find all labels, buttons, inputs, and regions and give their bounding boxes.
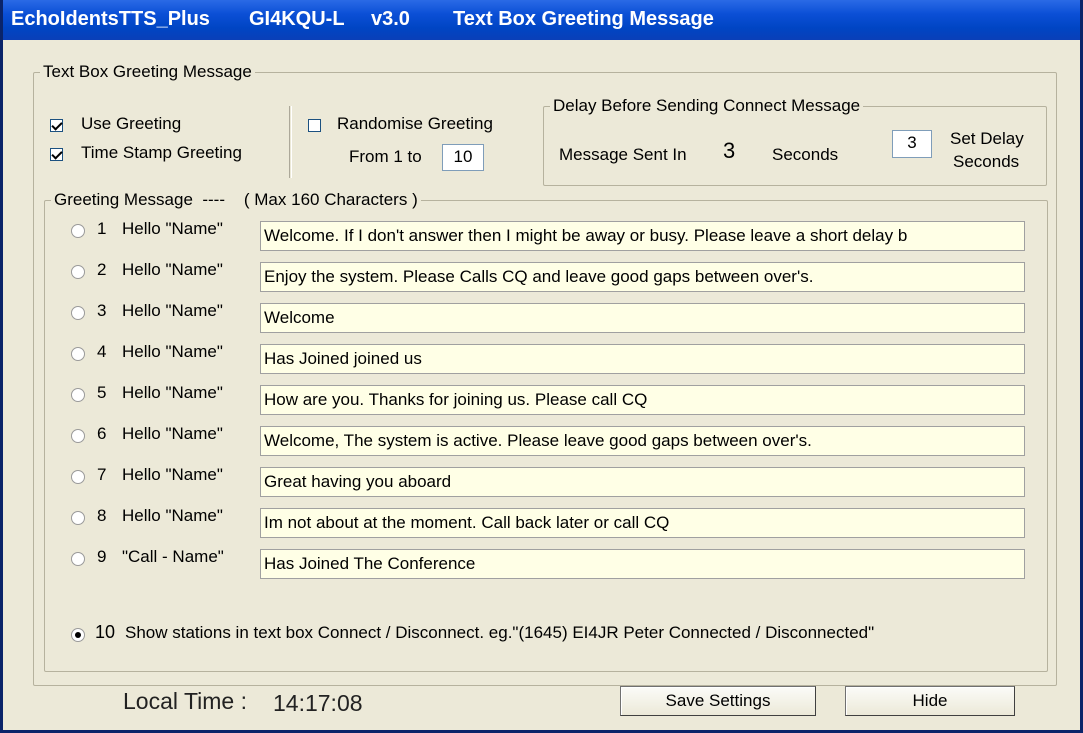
- greeting-message-input[interactable]: Welcome: [260, 303, 1025, 333]
- save-settings-button[interactable]: Save Settings: [620, 686, 816, 716]
- greeting-option-10-radio[interactable]: [71, 628, 85, 642]
- greeting-message-input[interactable]: Enjoy the system. Please Calls CQ and le…: [260, 262, 1025, 292]
- greeting-option-label: Hello "Name": [122, 465, 223, 484]
- set-delay-seconds-label: Seconds: [953, 152, 1020, 171]
- greeting-option-radio[interactable]: [71, 429, 85, 443]
- greeting-option-radio[interactable]: [71, 347, 85, 361]
- greeting-option-radio[interactable]: [71, 511, 85, 525]
- randomise-greeting-label: Randomise Greeting: [337, 114, 493, 133]
- hide-button[interactable]: Hide: [845, 686, 1015, 716]
- time-stamp-label: Time Stamp Greeting: [81, 143, 242, 162]
- title-bar[interactable]: EchoIdentsTTS_Plus GI4KQU-L v3.0 Text Bo…: [3, 0, 1080, 40]
- greeting-option-number: 4: [97, 342, 107, 361]
- greeting-option-radio[interactable]: [71, 470, 85, 484]
- title-screen-name: Text Box Greeting Message: [453, 8, 714, 30]
- greeting-message-input[interactable]: How are you. Thanks for joining us. Plea…: [260, 385, 1025, 415]
- set-delay-label: Set Delay: [950, 129, 1024, 148]
- options-divider: [289, 106, 292, 178]
- message-sent-in-label: Message Sent In: [559, 145, 687, 164]
- greeting-option-radio[interactable]: [71, 552, 85, 566]
- title-version: v3.0: [371, 8, 410, 30]
- greeting-settings-window: EchoIdentsTTS_Plus GI4KQU-L v3.0 Text Bo…: [0, 0, 1083, 733]
- greeting-option-radio[interactable]: [71, 388, 85, 402]
- greeting-option-label: Hello "Name": [122, 383, 223, 402]
- use-greeting-checkbox[interactable]: [50, 119, 63, 132]
- title-app-name: EchoIdentsTTS_Plus: [11, 8, 210, 30]
- local-time-value: 14:17:08: [273, 690, 363, 716]
- greeting-settings-legend: Text Box Greeting Message: [43, 62, 252, 81]
- greeting-option-number: 7: [97, 465, 107, 484]
- seconds-label: Seconds: [772, 145, 839, 164]
- random-range-input[interactable]: 10: [442, 144, 484, 171]
- greeting-option-radio[interactable]: [71, 265, 85, 279]
- greeting-option-number: 6: [97, 424, 107, 443]
- greeting-option-label: Hello "Name": [122, 424, 223, 443]
- greeting-option-label: Hello "Name": [122, 342, 223, 361]
- greeting-option-number: 1: [97, 219, 107, 238]
- delay-legend: Delay Before Sending Connect Message: [553, 96, 861, 115]
- greeting-option-number: 5: [97, 383, 107, 402]
- greeting-option-10-label: Show stations in text box Connect / Disc…: [125, 623, 875, 642]
- greeting-option-radio[interactable]: [71, 306, 85, 320]
- greeting-option-number: 8: [97, 506, 107, 525]
- greeting-messages-legend: Greeting Message ---- ( Max 160 Characte…: [54, 190, 418, 209]
- greeting-message-input[interactable]: Im not about at the moment. Call back la…: [260, 508, 1025, 538]
- set-delay-input[interactable]: 3: [892, 130, 932, 158]
- greeting-option-label: "Call - Name": [122, 547, 224, 566]
- greeting-option-10-number: 10: [95, 622, 116, 642]
- greeting-option-label: Hello "Name": [122, 260, 223, 279]
- greeting-message-input[interactable]: Welcome, The system is active. Please le…: [260, 426, 1025, 456]
- from-range-label: From 1 to: [349, 147, 422, 166]
- greeting-message-input[interactable]: Has Joined The Conference: [260, 549, 1025, 579]
- randomise-greeting-checkbox[interactable]: [308, 119, 321, 132]
- greeting-option-radio[interactable]: [71, 224, 85, 238]
- time-stamp-checkbox[interactable]: [50, 148, 63, 161]
- greeting-option-number: 3: [97, 301, 107, 320]
- greeting-message-input[interactable]: Has Joined joined us: [260, 344, 1025, 374]
- greeting-option-label: Hello "Name": [122, 506, 223, 525]
- local-time-label: Local Time :: [123, 688, 247, 714]
- greeting-option-number: 9: [97, 547, 107, 566]
- greeting-option-number: 2: [97, 260, 107, 279]
- greeting-option-label: Hello "Name": [122, 219, 223, 238]
- use-greeting-label: Use Greeting: [81, 114, 182, 133]
- message-sent-in-value: 3: [723, 138, 736, 163]
- greeting-message-input[interactable]: Great having you aboard: [260, 467, 1025, 497]
- greeting-option-label: Hello "Name": [122, 301, 223, 320]
- greeting-message-input[interactable]: Welcome. If I don't answer then I might …: [260, 221, 1025, 251]
- title-callsign: GI4KQU-L: [249, 8, 345, 30]
